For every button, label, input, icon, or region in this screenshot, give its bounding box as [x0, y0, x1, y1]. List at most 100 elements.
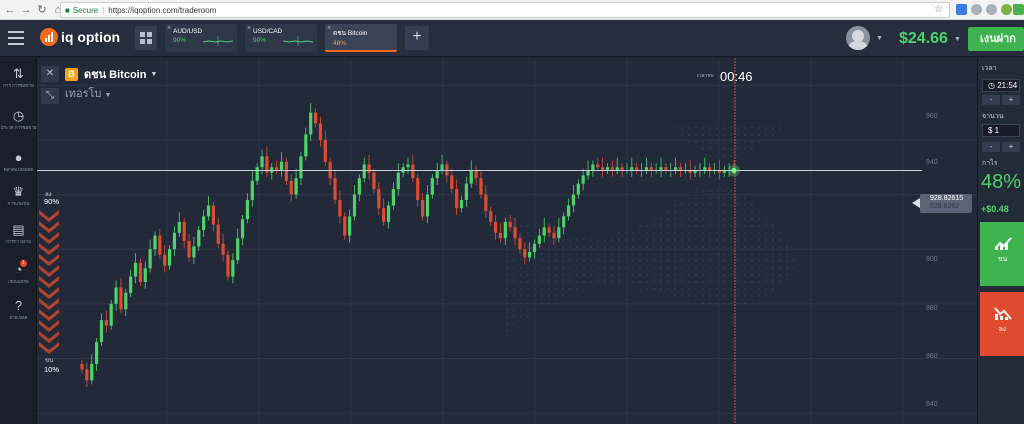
price-chart[interactable]: ✕ ⤡ B ดชน Bitcoin ▼ เทอรโบ ▼ เวลาจบ 00:4…	[37, 58, 977, 424]
mode-selector[interactable]: เทอรโบ ▼	[65, 84, 111, 102]
extension-icon[interactable]	[956, 4, 967, 15]
minus-button[interactable]: -	[982, 142, 1000, 152]
map-dot	[659, 217, 663, 221]
forward-icon[interactable]: →	[20, 4, 32, 16]
menu-icon[interactable]	[8, 31, 24, 45]
map-dot	[659, 259, 663, 263]
map-dot	[505, 245, 509, 249]
map-dot	[526, 238, 530, 242]
sidebar-item-trading[interactable]: ⇅ การ การซอขาย	[0, 66, 37, 89]
reload-icon[interactable]: ↻	[36, 3, 48, 16]
logo[interactable]: iq option	[40, 28, 120, 46]
close-icon[interactable]: ×	[247, 25, 251, 32]
map-dot	[589, 280, 593, 284]
sidebar-item-tournaments[interactable]: ♛ การแขงขน	[0, 184, 37, 207]
plus-button[interactable]: +	[1002, 142, 1020, 152]
map-dot	[722, 273, 726, 277]
sidebar-item-label: ฝายเขลด	[9, 315, 28, 320]
trade-panel: เวลา ◷ 21:54 - + จานวน $ 1 - + กาไร 48% +$…	[977, 58, 1024, 424]
candle	[455, 189, 459, 209]
map-dot	[596, 280, 600, 284]
candle	[620, 167, 624, 170]
candle	[167, 249, 172, 266]
close-icon[interactable]: ×	[327, 25, 331, 32]
map-dot	[750, 210, 754, 214]
map-dot	[603, 238, 607, 242]
bookmark-star-icon[interactable]: ☆	[934, 4, 943, 15]
minus-button[interactable]: -	[982, 95, 1000, 105]
address-bar[interactable]: ■ Secure | https://iqoption.com/traderoo…	[60, 2, 950, 18]
put-button[interactable]: ลง	[980, 292, 1024, 356]
map-dot	[673, 224, 677, 228]
map-dot	[708, 280, 712, 284]
map-dot	[750, 231, 754, 235]
close-chart-button[interactable]: ✕	[41, 66, 59, 82]
chevron-down-icon[interactable]: ▼	[954, 36, 961, 43]
time-stepper[interactable]: - +	[982, 95, 1020, 105]
map-dot	[666, 245, 670, 249]
map-dot	[596, 259, 600, 263]
map-dot	[708, 287, 712, 291]
map-dot	[729, 189, 733, 193]
asset-tab-usd-cad[interactable]: × USD/CAD 90%	[245, 24, 317, 52]
balance[interactable]: $24.66	[899, 30, 948, 48]
map-dot	[694, 245, 698, 249]
candle	[348, 216, 352, 236]
map-dot	[764, 266, 768, 270]
sidebar-item-live[interactable]: ◔ 1 เรยบแทรด	[0, 260, 37, 285]
sidebar-item-help[interactable]: ? ฝายเขลด	[0, 298, 37, 321]
candle	[469, 169, 473, 184]
map-dot	[715, 287, 719, 291]
deposit-button[interactable]: เงนฝาก	[968, 27, 1024, 51]
trend-down-icon	[993, 307, 1012, 320]
extension-icon[interactable]	[971, 4, 982, 15]
asset-selector[interactable]: B ดชน Bitcoin ▼	[65, 65, 157, 83]
asset-tab-aud-usd[interactable]: × AUD/USD 90%	[165, 24, 237, 52]
secure-label: Secure	[72, 5, 99, 15]
amount-input[interactable]: $ 1	[982, 124, 1020, 137]
map-dot	[715, 266, 719, 270]
asset-tab-bitcoin[interactable]: × ดชน Bitcoin 48%	[325, 24, 397, 52]
chart-canvas[interactable]	[37, 58, 977, 424]
amount-stepper[interactable]: - +	[982, 142, 1020, 152]
sidebar-item-history[interactable]: ◷ ประวต การซอขาย	[0, 108, 37, 131]
candle	[596, 164, 600, 168]
candle	[255, 167, 259, 181]
map-dot	[750, 273, 754, 277]
extension-icon[interactable]	[1013, 4, 1024, 15]
plus-button[interactable]: +	[1002, 95, 1020, 105]
sidebar-item-news[interactable]: ▤ การกา ผลาย	[0, 222, 37, 245]
map-dot	[771, 273, 775, 277]
close-icon[interactable]: ×	[167, 25, 171, 32]
extension-icon[interactable]	[1001, 4, 1012, 15]
avatar[interactable]	[846, 26, 870, 50]
back-icon[interactable]: ←	[4, 4, 16, 16]
map-dot	[736, 294, 740, 298]
map-dot	[638, 280, 642, 284]
map-dot	[575, 273, 579, 277]
map-dot	[680, 203, 684, 207]
time-input[interactable]: ◷ 21:54	[982, 79, 1020, 92]
map-dot	[743, 147, 747, 151]
map-dot	[771, 259, 775, 263]
map-dot	[722, 189, 726, 193]
chevron-down-icon[interactable]: ▼	[876, 35, 883, 42]
map-dot	[645, 266, 649, 270]
map-dot	[750, 287, 754, 291]
map-dot	[722, 294, 726, 298]
call-button[interactable]: ขน	[980, 222, 1024, 286]
candle	[416, 178, 420, 201]
candle	[299, 156, 303, 179]
add-asset-button[interactable]: +	[405, 26, 429, 50]
extension-icon[interactable]	[986, 4, 997, 15]
map-dot	[722, 245, 726, 249]
map-dot	[680, 273, 684, 277]
candle	[420, 200, 425, 217]
candle	[143, 268, 147, 282]
candle	[148, 249, 152, 269]
collapse-button[interactable]: ⤡	[41, 88, 59, 104]
sidebar-item-markets[interactable]: ● ตลาดแบบเยอด	[0, 150, 37, 173]
expiry-timer: 00:46	[720, 69, 753, 84]
map-dot	[505, 273, 509, 277]
layout-grid-button[interactable]	[135, 26, 157, 50]
